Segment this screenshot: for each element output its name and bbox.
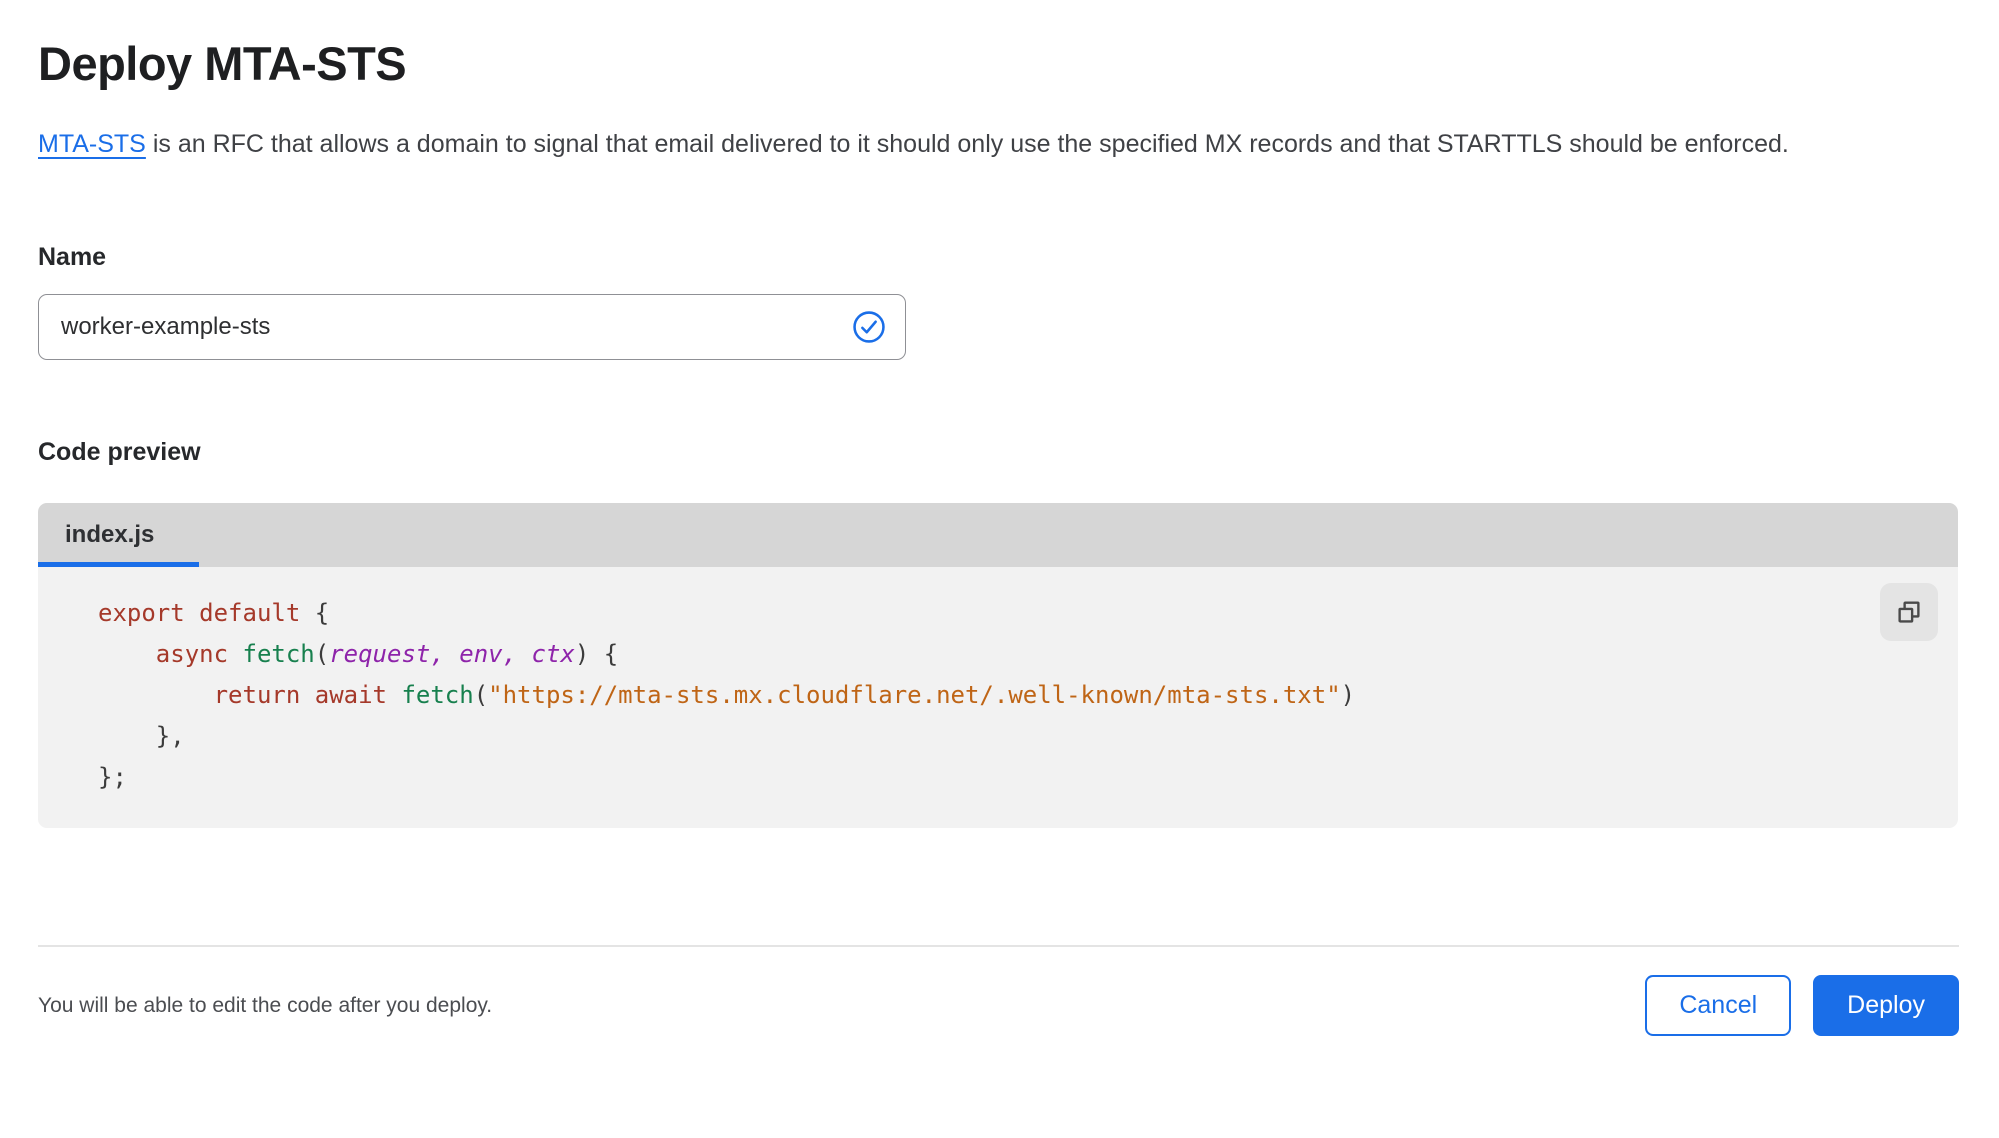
footer-actions: Cancel Deploy — [1645, 975, 1959, 1036]
mta-sts-link[interactable]: MTA-STS — [38, 130, 146, 158]
page-title: Deploy MTA-STS — [38, 37, 407, 90]
code-content: export default { async fetch(request, en… — [98, 599, 1356, 791]
name-label: Name — [38, 243, 107, 271]
footer-divider — [38, 945, 1959, 947]
tab-index-js[interactable]: index.js — [38, 503, 199, 567]
footer: You will be able to edit the code after … — [38, 975, 1959, 1036]
copy-code-button[interactable] — [1880, 583, 1938, 641]
deploy-mta-sts-page: Deploy MTA-STS MTA-STS is an RFC that al… — [0, 0, 1999, 1138]
footer-note: You will be able to edit the code after … — [38, 993, 493, 1017]
name-input[interactable] — [38, 294, 906, 360]
copy-icon — [1898, 601, 1920, 623]
check-circle-icon — [852, 310, 886, 344]
tab-label: index.js — [65, 521, 155, 548]
code-tab-bar: index.js — [38, 503, 1958, 567]
code-preview-block: index.js export default { async fetch(re… — [38, 503, 1958, 828]
description: MTA-STS is an RFC that allows a domain t… — [38, 121, 1933, 167]
code-preview-label: Code preview — [38, 438, 201, 466]
cancel-button[interactable]: Cancel — [1645, 975, 1792, 1036]
deploy-button[interactable]: Deploy — [1813, 975, 1959, 1036]
code-area: export default { async fetch(request, en… — [38, 567, 1958, 828]
name-input-wrap — [38, 294, 906, 360]
description-text: is an RFC that allows a domain to signal… — [145, 130, 1789, 158]
